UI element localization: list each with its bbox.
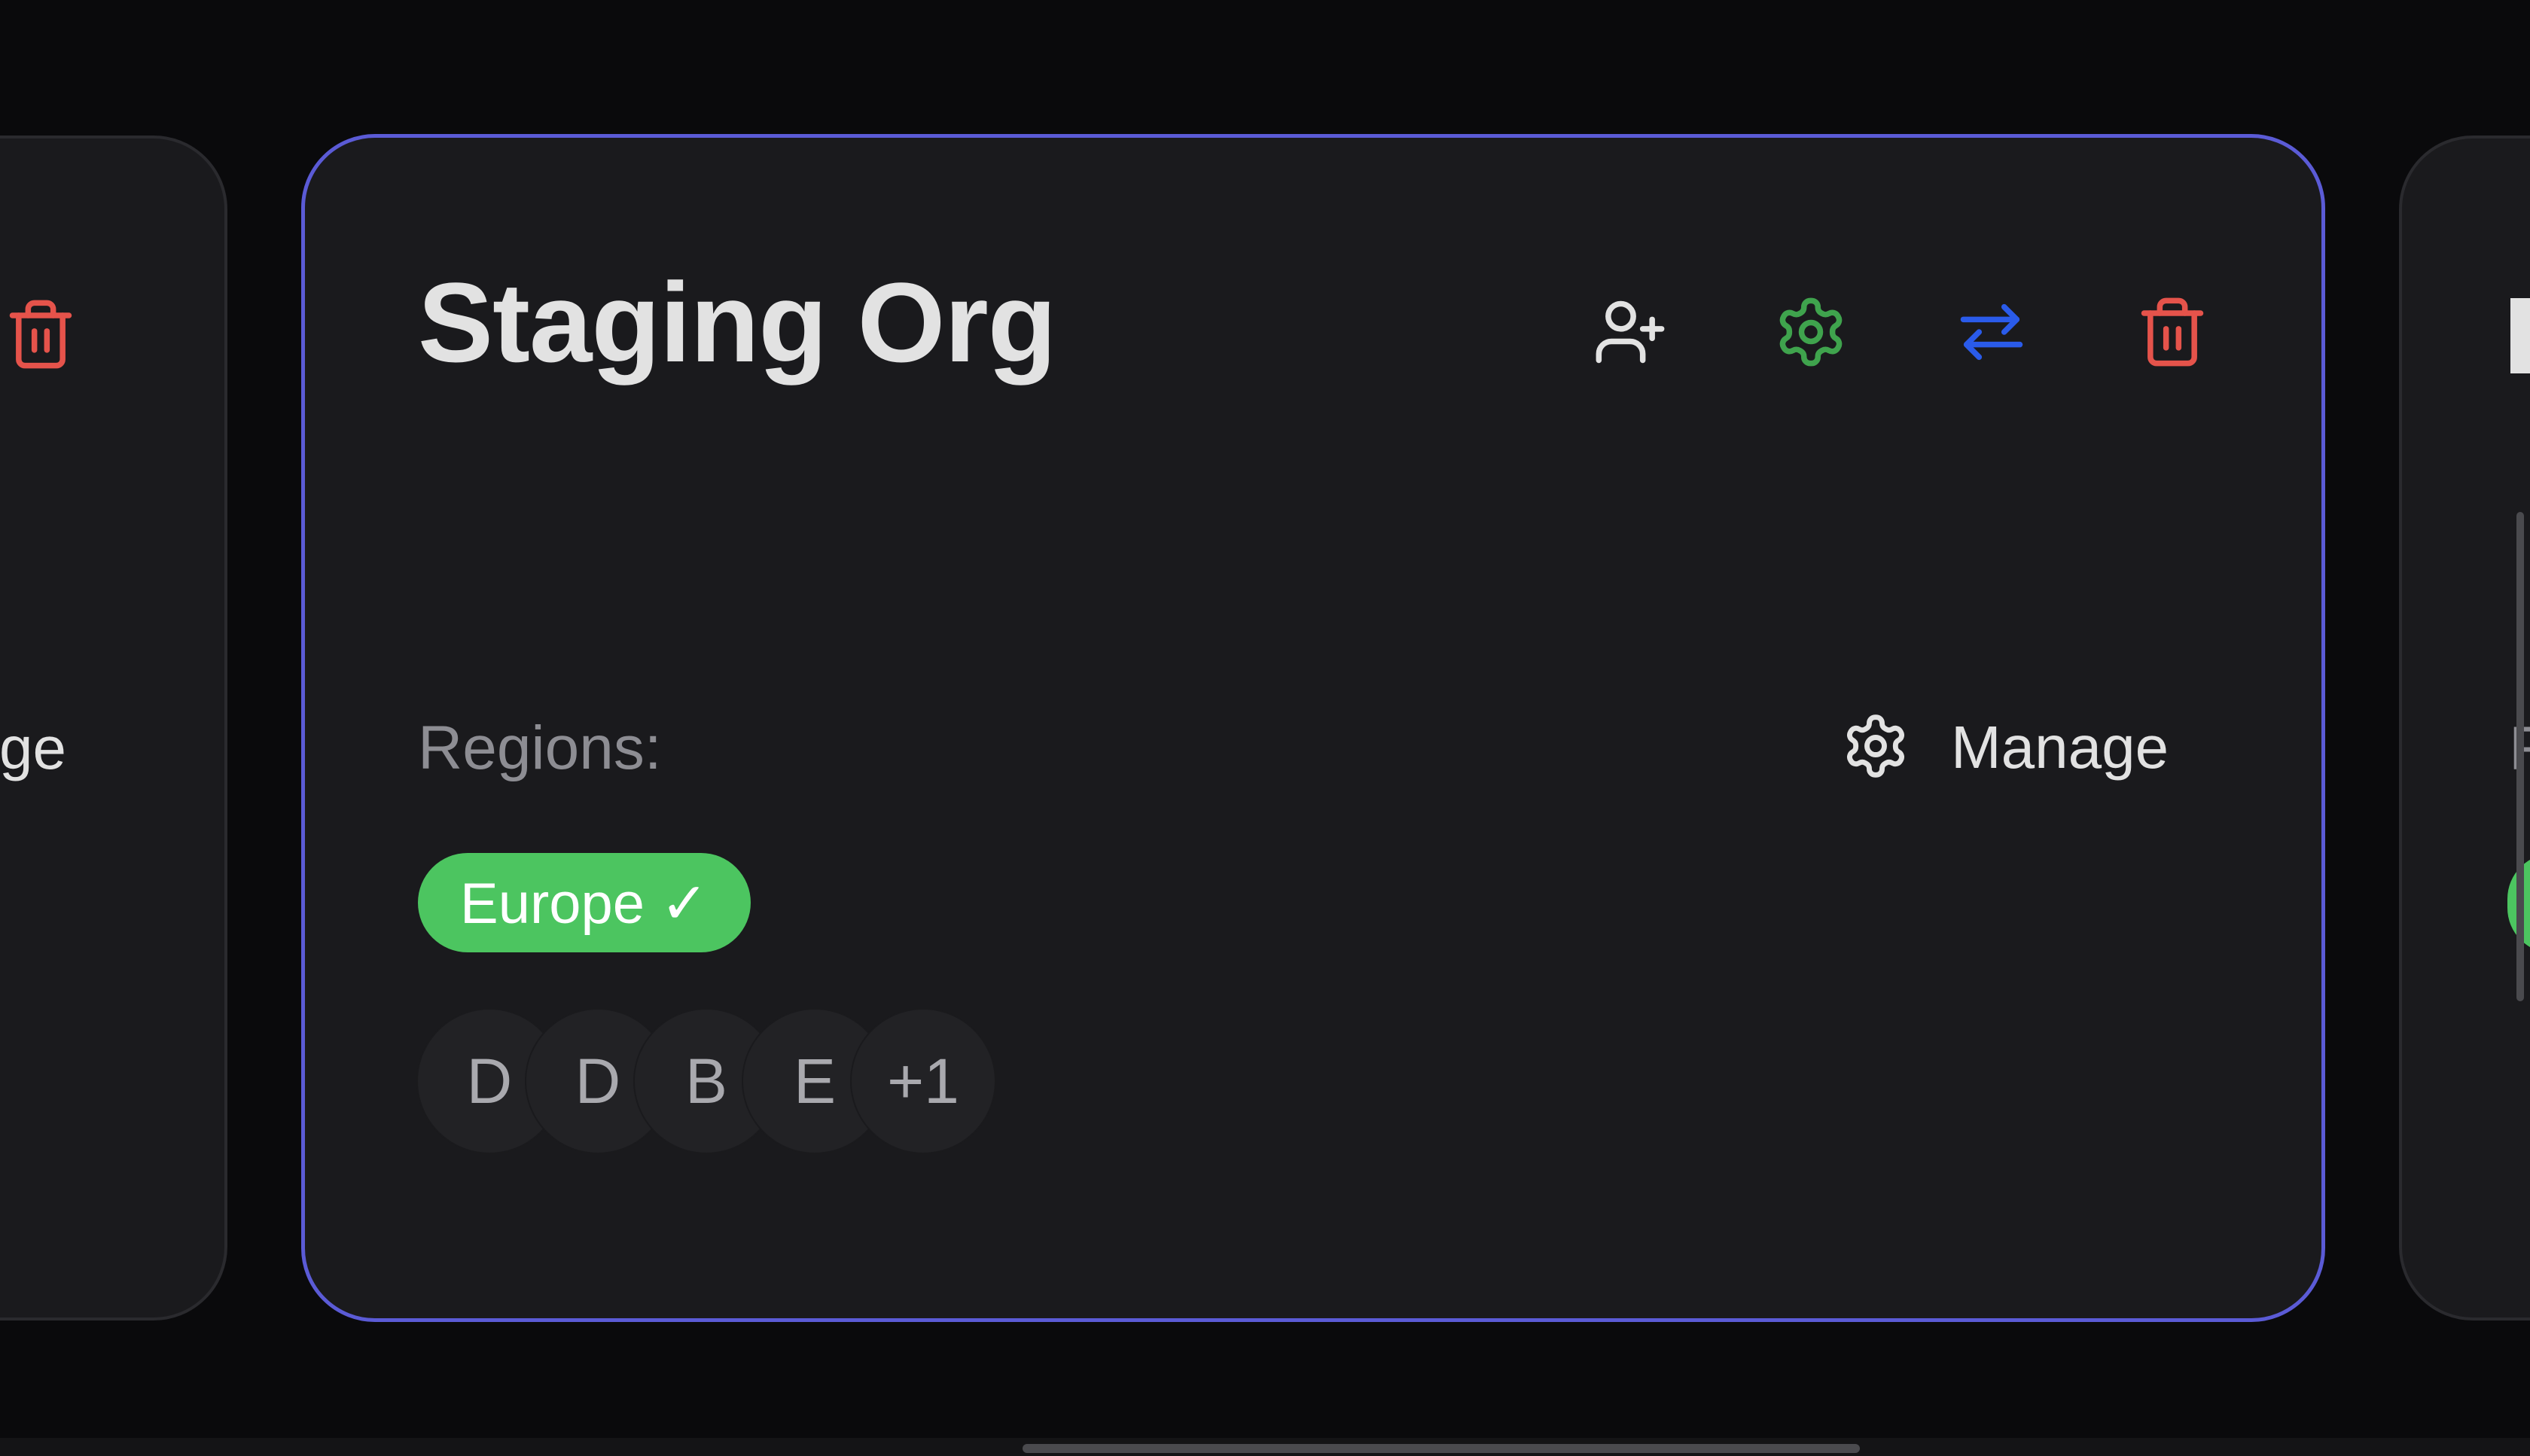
org-card-next[interactable]: R (2399, 136, 2530, 1320)
manage-button-label[interactable]: ge (0, 718, 224, 778)
settings-button[interactable] (1721, 292, 1901, 375)
org-carousel: ge Staging Org Regions: Manage Europe ✓ … (0, 0, 2530, 1456)
vertical-scrollbar[interactable] (2516, 512, 2524, 1001)
manage-label: Manage (1951, 714, 2169, 781)
gear-icon (1841, 711, 1910, 784)
org-card-previous[interactable]: ge (0, 136, 227, 1320)
horizontal-scrollbar[interactable] (1023, 1444, 1860, 1453)
trash-icon[interactable] (3, 297, 78, 372)
card-actions (1540, 292, 2263, 375)
manage-regions-button[interactable]: Manage (1841, 706, 2169, 789)
transfer-button[interactable] (1901, 292, 2082, 375)
org-title-fragment (2510, 298, 2530, 373)
gear-icon (1773, 294, 1849, 373)
delete-button[interactable] (2082, 292, 2263, 375)
user-plus-icon (1593, 294, 1668, 373)
org-title: Staging Org (418, 259, 1056, 385)
regions-label: Regions: (418, 714, 662, 782)
avatar-overflow-count[interactable]: +1 (852, 1010, 995, 1153)
arrows-swap-icon (1954, 294, 2029, 373)
org-card-staging[interactable]: Staging Org Regions: Manage Europe ✓ D D… (301, 134, 2325, 1322)
member-avatars[interactable]: D D B E +1 (418, 1010, 995, 1153)
trash-icon (2135, 294, 2210, 373)
add-member-button[interactable] (1540, 292, 1721, 375)
region-badge-europe[interactable]: Europe ✓ (418, 853, 751, 952)
